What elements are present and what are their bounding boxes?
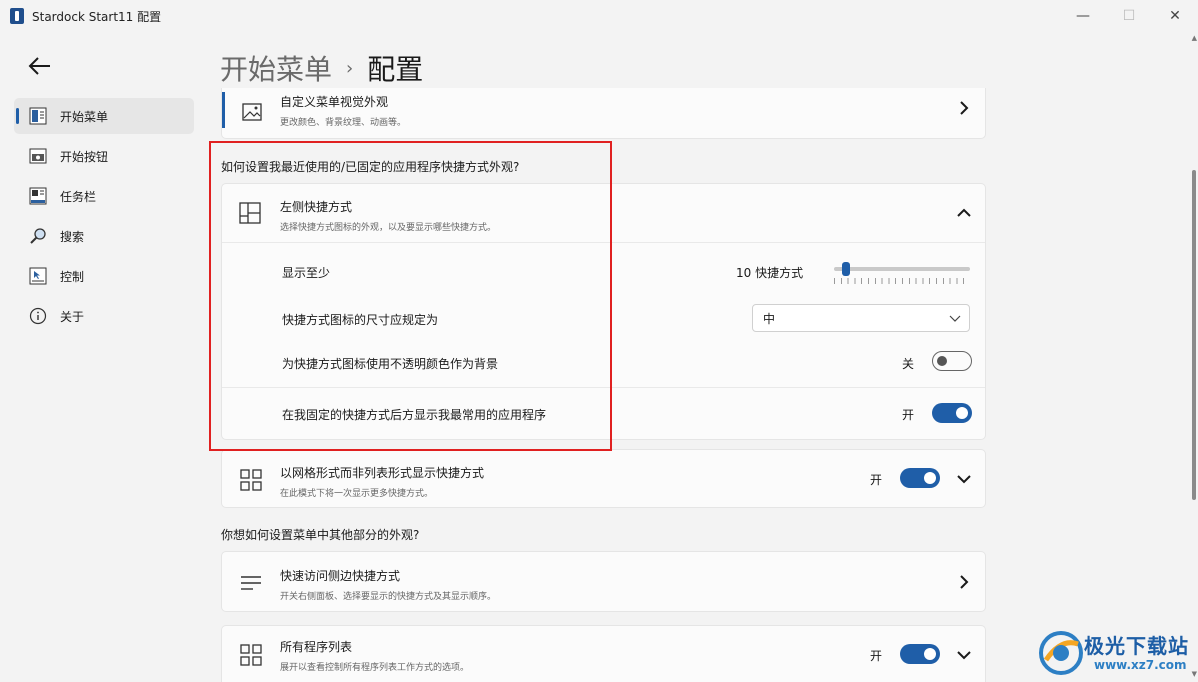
- grid-mode-card[interactable]: 以网格形式而非列表形式显示快捷方式 在此模式下将一次显示更多快捷方式。 开: [221, 449, 986, 508]
- chevron-down-icon: [949, 312, 961, 327]
- start-menu-icon: [28, 106, 48, 126]
- all-programs-toggle[interactable]: [900, 644, 940, 664]
- sidebar-item-label: 搜索: [60, 229, 85, 244]
- info-icon: [28, 306, 48, 326]
- image-icon: [240, 100, 264, 124]
- chevron-down-icon[interactable]: [956, 471, 972, 487]
- annotation-highlight-box: [209, 141, 612, 451]
- sidebar-item-taskbar[interactable]: 任务栏: [14, 178, 194, 214]
- sidebar-item-start-button[interactable]: 开始按钮: [14, 138, 194, 174]
- show-at-least-value: 10 快捷方式: [736, 266, 804, 280]
- grid-mode-state: 开: [870, 473, 883, 487]
- watermark-url: www.xz7.com: [1094, 658, 1187, 672]
- maximize-button[interactable]: ☐: [1106, 0, 1152, 32]
- grid-mode-title: 以网格形式而非列表形式显示快捷方式: [280, 466, 485, 480]
- slider-track[interactable]: [834, 267, 970, 271]
- list-icon: [239, 571, 263, 595]
- chevron-right-icon[interactable]: [956, 100, 972, 116]
- quick-access-title: 快速访问侧边快捷方式: [280, 569, 401, 583]
- sidebar-item-about[interactable]: 关于: [14, 298, 194, 334]
- sidebar-item-label: 关于: [60, 309, 85, 324]
- watermark-logo-icon: [1039, 631, 1083, 675]
- icon-size-selected: 中: [763, 311, 776, 326]
- opaque-bg-toggle[interactable]: [932, 351, 972, 371]
- scrollbar-thumb[interactable]: [1192, 170, 1196, 500]
- page-title: 配置: [367, 53, 424, 86]
- opaque-bg-state: 关: [902, 357, 915, 371]
- breadcrumb-parent[interactable]: 开始菜单: [220, 48, 332, 88]
- watermark: 极光下载站 www.xz7.com: [1036, 626, 1196, 680]
- taskbar-icon: [28, 186, 48, 206]
- visual-appearance-desc: 更改颜色、背景纹理、动画等。: [280, 118, 407, 128]
- sidebar-item-label: 控制: [60, 269, 85, 284]
- chevron-up-icon[interactable]: [956, 205, 972, 221]
- all-programs-desc: 展开以查看控制所有程序列表工作方式的选项。: [280, 663, 470, 673]
- grid-icon: [239, 468, 263, 492]
- start-button-icon: [28, 146, 48, 166]
- back-arrow-icon: [28, 57, 50, 75]
- grid-mode-desc: 在此模式下将一次显示更多快捷方式。: [280, 489, 434, 499]
- sidebar: 开始菜单 开始按钮 任务栏 搜索 控制 关于: [14, 98, 194, 338]
- sidebar-item-label: 任务栏: [60, 189, 97, 204]
- close-button[interactable]: ✕: [1152, 0, 1198, 32]
- chevron-right-icon[interactable]: [956, 574, 972, 590]
- visual-appearance-card[interactable]: 自定义菜单视觉外观 更改颜色、背景纹理、动画等。: [221, 88, 986, 139]
- visual-appearance-title: 自定义菜单视觉外观: [280, 95, 389, 109]
- back-button[interactable]: [26, 52, 54, 80]
- window-title: Stardock Start11 配置: [32, 9, 162, 24]
- selection-indicator: [222, 92, 225, 128]
- icon-size-select[interactable]: 中: [752, 304, 970, 332]
- scroll-up-arrow-icon[interactable]: ▲: [1192, 34, 1197, 42]
- breadcrumb: 开始菜单 › 配置: [220, 48, 423, 88]
- search-icon: [28, 226, 48, 246]
- control-icon: [28, 266, 48, 286]
- sidebar-item-control[interactable]: 控制: [14, 258, 194, 294]
- grid-icon: [239, 643, 263, 667]
- grid-mode-toggle[interactable]: [900, 468, 940, 488]
- sidebar-item-label: 开始按钮: [60, 149, 109, 164]
- slider-ticks: [834, 278, 970, 284]
- sidebar-item-label: 开始菜单: [60, 109, 109, 124]
- all-programs-state: 开: [870, 649, 883, 663]
- all-programs-card[interactable]: 所有程序列表 展开以查看控制所有程序列表工作方式的选项。 开: [221, 625, 986, 682]
- show-frequent-toggle[interactable]: [932, 403, 972, 423]
- all-programs-title: 所有程序列表: [280, 640, 353, 654]
- sidebar-item-start-menu[interactable]: 开始菜单: [14, 98, 194, 134]
- chevron-down-icon[interactable]: [956, 647, 972, 663]
- quick-access-desc: 开关右侧面板、选择要显示的快捷方式及其显示顺序。: [280, 592, 497, 602]
- minimize-button[interactable]: —: [1060, 0, 1106, 32]
- app-icon: [10, 8, 24, 24]
- title-bar: Stardock Start11 配置 — ☐ ✕: [0, 0, 1198, 32]
- quick-access-card[interactable]: 快速访问侧边快捷方式 开关右侧面板、选择要显示的快捷方式及其显示顺序。: [221, 551, 986, 612]
- breadcrumb-separator: ›: [346, 57, 354, 79]
- watermark-name: 极光下载站: [1084, 634, 1189, 658]
- slider-thumb[interactable]: [842, 262, 850, 276]
- sidebar-item-search[interactable]: 搜索: [14, 218, 194, 254]
- show-frequent-state: 开: [902, 408, 915, 422]
- window-controls: — ☐ ✕: [1060, 0, 1198, 32]
- section-label-other: 你想如何设置菜单中其他部分的外观?: [221, 528, 420, 542]
